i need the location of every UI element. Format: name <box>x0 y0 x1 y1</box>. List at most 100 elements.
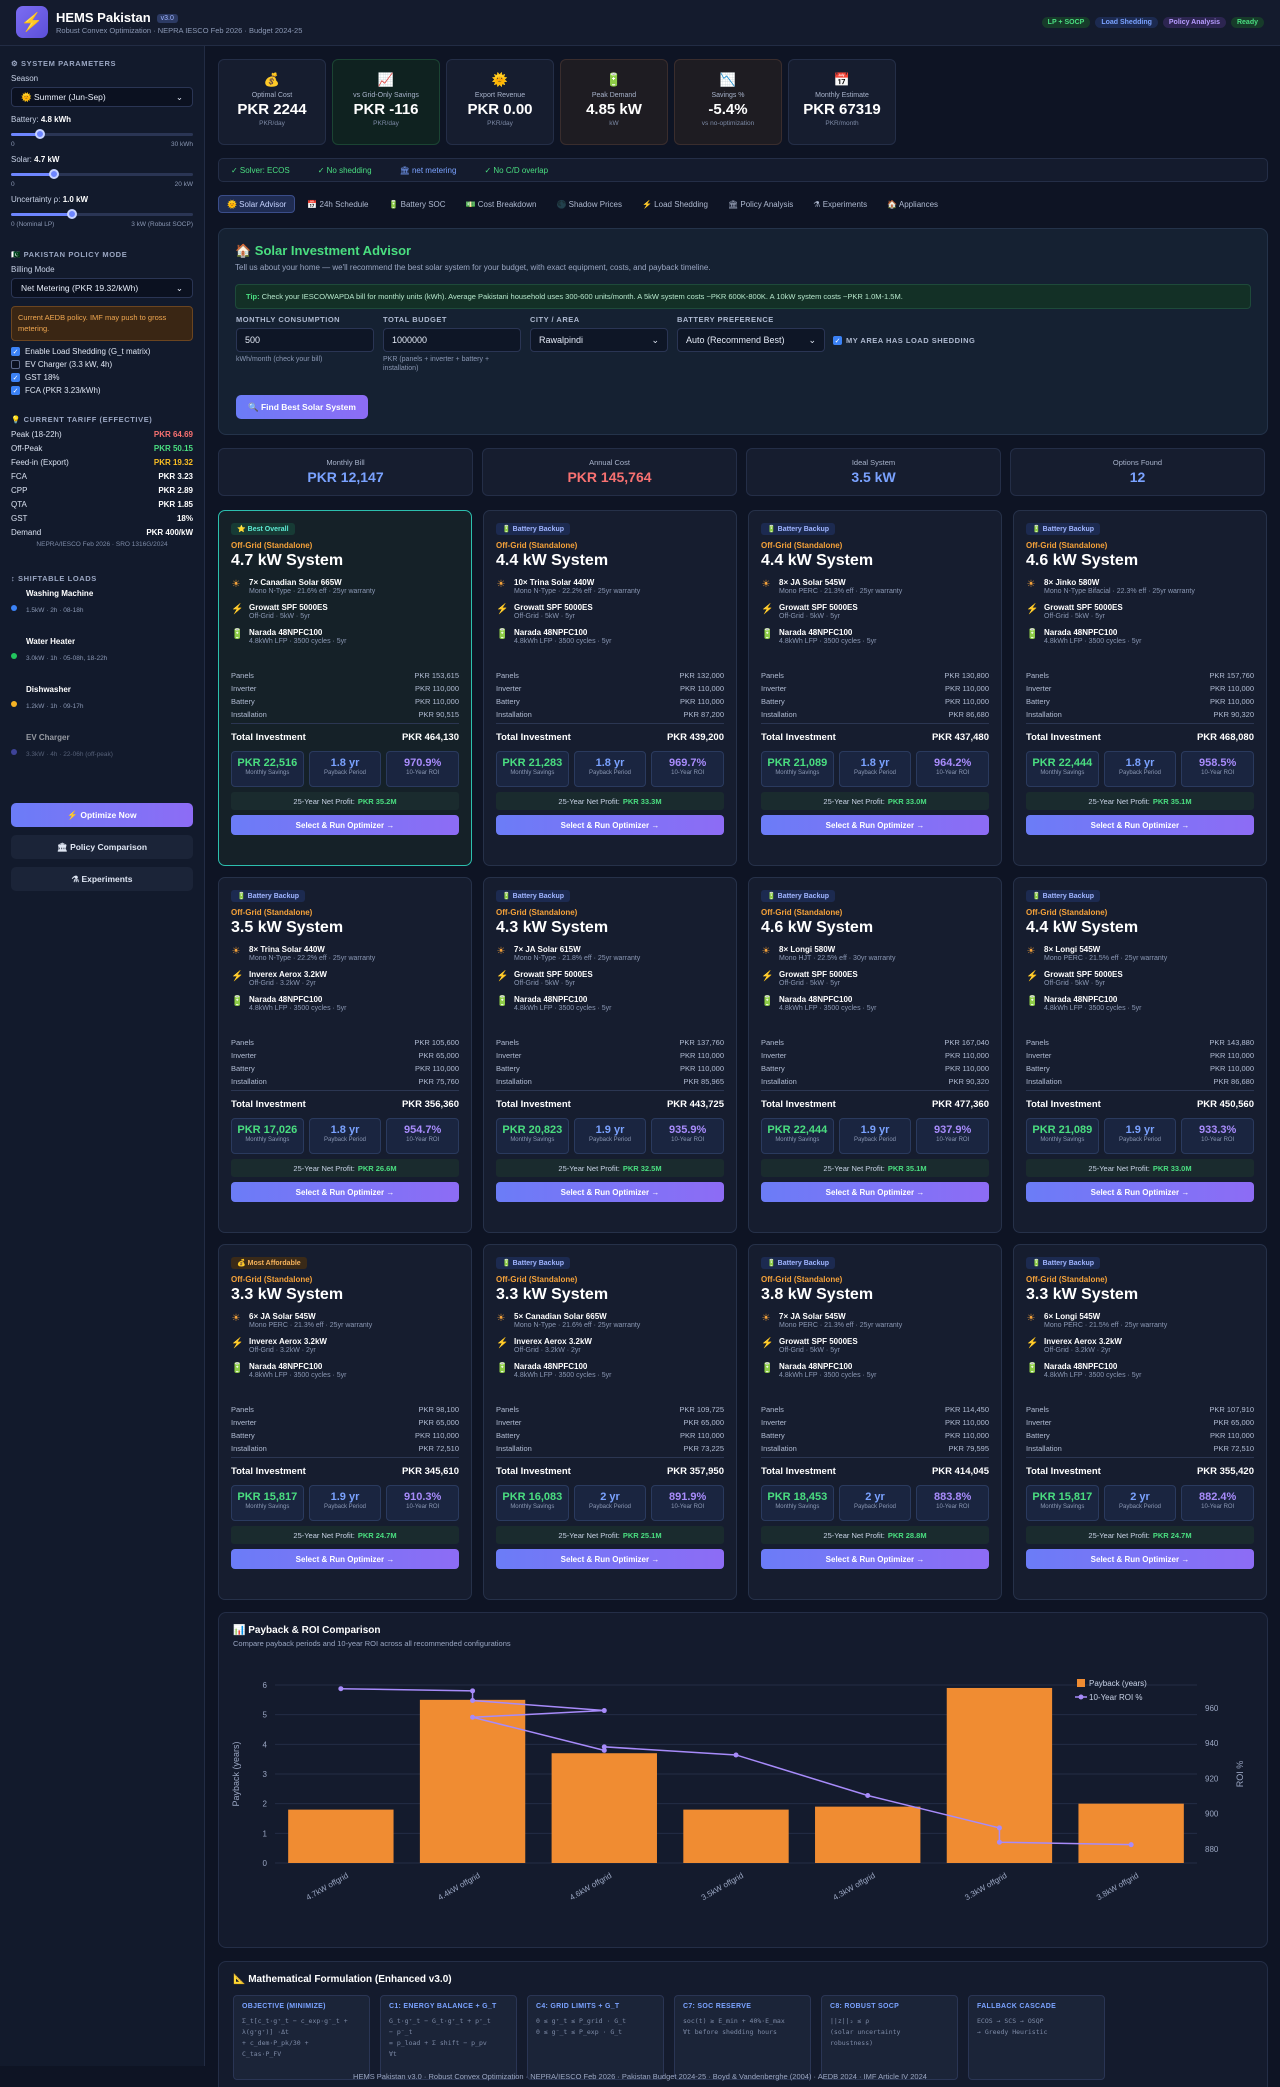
select-run-button[interactable]: Select & Run Optimizer → <box>231 1182 459 1202</box>
equipment-row: ⚡ Growatt SPF 5000ES Off-Grid · 5kW · 5yr <box>761 970 989 987</box>
math-card-title: C7: SOC RESERVE <box>683 2003 752 2010</box>
metrics-row: PKR 20,823 Monthly Savings 1.9 yr Payback P… <box>496 1118 725 1154</box>
legend-label: 10-Year ROI % <box>1089 1693 1143 1702</box>
tab-battery-soc[interactable]: 🔋 Battery SOC <box>380 195 453 213</box>
select-run-button[interactable]: Select & Run Optimizer → <box>1026 1182 1254 1202</box>
battery-slider[interactable] <box>11 128 193 140</box>
slider-thumb[interactable] <box>66 209 77 219</box>
equipment-row: ⚡ Growatt SPF 5000ES Off-Grid · 5kW · 5yr <box>496 603 724 620</box>
checkbox[interactable]: ✓ <box>11 373 20 382</box>
select-run-button[interactable]: Select & Run Optimizer → <box>231 815 459 835</box>
tab-load-shedding[interactable]: ⚡ Load Shedding <box>634 195 716 213</box>
metric-payback: 1.9 yr Payback Period <box>308 1485 382 1521</box>
system-size: 3.3 kW System <box>496 1286 609 1303</box>
card-badge: 🔋 Battery Backup <box>1026 523 1101 535</box>
tab-cost-breakdown[interactable]: 💵 Cost Breakdown <box>458 195 545 213</box>
checkbox[interactable]: ✓ <box>11 347 20 356</box>
metric-payback: 1.8 yr Payback Period <box>573 751 647 787</box>
metric-value: PKR 17,026 <box>237 1124 298 1136</box>
consumption-input[interactable]: 500 <box>236 328 374 352</box>
cost-row: Installation PKR 90,515 <box>231 710 459 719</box>
cost-row: Panels PKR 143,880 <box>1026 1038 1254 1047</box>
equipment-row: 🔋 Narada 48NPFC100 4.8kWh LFP · 3500 cycle… <box>496 628 724 645</box>
solar-panel-icon: ☀ <box>496 579 506 590</box>
summary-value: 12 <box>1129 469 1146 485</box>
equipment-row: 🔋 Narada 48NPFC100 4.8kWh LFP · 3500 cycle… <box>1026 628 1254 645</box>
select-run-button[interactable]: Select & Run Optimizer → <box>761 1549 989 1569</box>
select-run-button[interactable]: Select & Run Optimizer → <box>496 1549 724 1569</box>
metric-value: PKR 20,823 <box>502 1124 563 1136</box>
summary-label: Options Found <box>1112 458 1163 467</box>
billing-label: Billing Mode <box>11 265 55 274</box>
checkbox[interactable] <box>11 360 20 369</box>
metric-roi: 958.5% 10-Year ROI <box>1181 751 1255 787</box>
summary-card: Ideal System 3.5 kW <box>746 448 1001 496</box>
cost-row: Battery PKR 110,000 <box>1026 697 1254 706</box>
metric-value: PKR 21,089 <box>1032 1124 1093 1136</box>
card-badge: 🔋 Battery Backup <box>761 890 836 902</box>
policy-comparison-button[interactable]: 🏛 Policy Comparison <box>11 835 193 859</box>
find-solar-button[interactable]: 🔍 Find Best Solar System <box>236 395 368 419</box>
cost-value: PKR 110,000 <box>679 697 724 706</box>
badge-lp-socp: LP + SOCP <box>1041 17 1091 28</box>
net-profit: 25-Year Net Profit: PKR 24.7M <box>231 1526 459 1544</box>
season-select[interactable]: 🌞 Summer (Jun-Sep) ⌄ <box>11 87 193 107</box>
policy-check-row[interactable]: ✓ Enable Load Shedding (G_t matrix) <box>11 347 193 356</box>
recommendation-card: 🔋 Battery Backup Off-Grid (Standalone) 4.4… <box>483 510 737 866</box>
roi-point <box>470 1688 476 1694</box>
cost-label: Inverter <box>1026 684 1052 693</box>
roi-point <box>733 1752 739 1758</box>
load-dot-icon <box>11 653 17 659</box>
optimize-now-button[interactable]: ⚡ Optimize Now <box>11 803 193 827</box>
chevron-down-icon: ⌄ <box>808 334 816 345</box>
equipment-row: ☀ 7× Canadian Solar 665W Mono N-Type · 21.… <box>231 578 459 595</box>
experiments-button[interactable]: ⚗ Experiments <box>11 867 193 891</box>
tab-appliances[interactable]: 🏠 Appliances <box>879 195 946 213</box>
cost-value: PKR 110,000 <box>944 1431 989 1440</box>
policy-mode-title: 🇵🇰 PAKISTAN POLICY MODE <box>11 250 128 259</box>
checkbox[interactable]: ✓ <box>11 386 20 395</box>
select-run-button[interactable]: Select & Run Optimizer → <box>1026 815 1254 835</box>
equipment-name: 6× JA Solar 545W <box>249 1312 316 1321</box>
policy-check-row[interactable]: EV Charger (3.3 kW, 4h) <box>11 360 193 369</box>
tab-24h-schedule[interactable]: 📅 24h Schedule <box>299 195 376 213</box>
cost-row: Panels PKR 109,725 <box>496 1405 724 1414</box>
slider-thumb[interactable] <box>35 129 46 139</box>
load-meta: 3.0kW · 1h · 05-08h, 18-22h <box>26 655 108 662</box>
select-run-button[interactable]: Select & Run Optimizer → <box>496 815 724 835</box>
system-type: Off-Grid (Standalone) <box>1026 1275 1108 1284</box>
select-run-button[interactable]: Select & Run Optimizer → <box>496 1182 724 1202</box>
uncertainty-slider[interactable] <box>11 208 193 220</box>
tab-solar-advisor[interactable]: 🌞 Solar Advisor <box>218 195 296 213</box>
select-run-button[interactable]: Select & Run Optimizer → <box>1026 1549 1254 1569</box>
metric-value: 969.7% <box>669 757 707 769</box>
solar-slider[interactable] <box>11 168 193 180</box>
tab-policy-analysis[interactable]: 🏛 Policy Analysis <box>720 195 801 213</box>
cost-label: Installation <box>496 1444 532 1453</box>
load-shedding-checkbox[interactable]: ✓ <box>833 336 842 345</box>
battery-pref-select[interactable]: Auto (Recommend Best) ⌄ <box>677 328 825 352</box>
equipment-row: 🔋 Narada 48NPFC100 4.8kWh LFP · 3500 cycle… <box>761 628 989 645</box>
policy-check-row[interactable]: ✓ GST 18% <box>11 373 193 382</box>
tab-experiments[interactable]: ⚗ Experiments <box>805 195 875 213</box>
cost-value: PKR 90,320 <box>948 1077 989 1086</box>
tariff-row: Feed-in (Export) PKR 19.32 <box>11 458 193 467</box>
battery-pref-label: BATTERY PREFERENCE <box>677 315 774 324</box>
budget-input[interactable]: 1000000 <box>383 328 521 352</box>
slider-thumb[interactable] <box>48 169 59 179</box>
select-run-button[interactable]: Select & Run Optimizer → <box>761 815 989 835</box>
policy-check-row[interactable]: ✓ FCA (PKR 3.23/kWh) <box>11 386 193 395</box>
policy-warning: Current AEDB policy. IMF may push to gro… <box>11 306 193 341</box>
select-run-button[interactable]: Select & Run Optimizer → <box>231 1549 459 1569</box>
city-select[interactable]: Rawalpindi ⌄ <box>530 328 668 352</box>
net-profit-value: PKR 32.5M <box>622 1163 662 1173</box>
select-run-button[interactable]: Select & Run Optimizer → <box>761 1182 989 1202</box>
tariff-title: 💡 CURRENT TARIFF (EFFECTIVE) <box>11 415 153 424</box>
cost-breakdown: Panels PKR 167,040 Inverter PKR 110,000 Batt… <box>761 1038 989 1110</box>
billing-select[interactable]: Net Metering (PKR 19.32/kWh) ⌄ <box>11 278 193 298</box>
tab-shadow-prices[interactable]: 🌑 Shadow Prices <box>548 195 630 213</box>
chevron-down-icon: ⌄ <box>175 91 183 102</box>
tariff-value: 18% <box>176 514 193 523</box>
cost-row: Inverter PKR 110,000 <box>761 684 989 693</box>
cost-label: Battery <box>1026 1064 1050 1073</box>
